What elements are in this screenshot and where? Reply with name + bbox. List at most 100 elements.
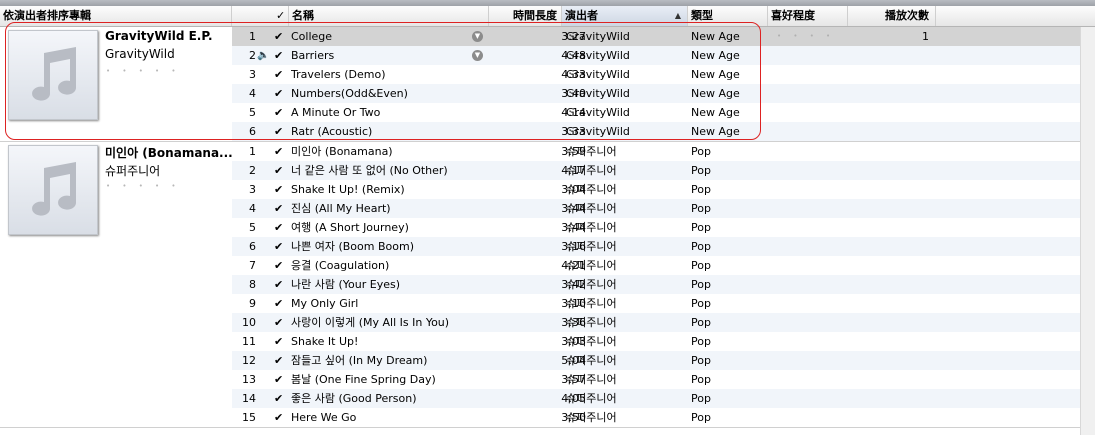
track-rating[interactable] bbox=[777, 218, 837, 237]
album-group: 미인아 (Bonamana... 슈퍼주니어 • • • • • bbox=[0, 142, 233, 427]
track-row[interactable]: 5 ✔ 여행 (A Short Journey) 3:44 슈퍼주니어 Pop bbox=[232, 218, 1080, 237]
track-row[interactable]: 1 ✔ 미인아 (Bonamana) 3:59 슈퍼주니어 Pop bbox=[232, 142, 1080, 161]
checkmark-icon[interactable]: ✔ bbox=[274, 161, 286, 180]
track-plays bbox=[849, 103, 929, 122]
track-rating[interactable] bbox=[777, 294, 837, 313]
checkmark-icon[interactable]: ✔ bbox=[274, 142, 286, 161]
track-row[interactable]: 14 ✔ 좋은 사람 (Good Person) 4:05 슈퍼주니어 Pop bbox=[232, 389, 1080, 408]
checkmark-icon[interactable]: ✔ bbox=[274, 408, 286, 427]
checkmark-icon[interactable]: ✔ bbox=[274, 180, 286, 199]
track-plays bbox=[849, 389, 929, 408]
checkmark-icon[interactable]: ✔ bbox=[274, 46, 286, 65]
checkmark-icon[interactable]: ✔ bbox=[274, 218, 286, 237]
track-row[interactable]: 12 ✔ 잠들고 싶어 (In My Dream) 5:04 슈퍼주니어 Pop bbox=[232, 351, 1080, 370]
checkmark-icon[interactable]: ✔ bbox=[274, 389, 286, 408]
track-artist: 슈퍼주니어 bbox=[566, 373, 617, 386]
track-plays bbox=[849, 199, 929, 218]
checkmark-icon[interactable]: ✔ bbox=[274, 27, 286, 46]
track-row[interactable]: 2 ✔ 너 같은 사람 또 없어 (No Other) 4:17 슈퍼주니어 Pop bbox=[232, 161, 1080, 180]
track-rating[interactable] bbox=[777, 199, 837, 218]
track-artist: GravityWild bbox=[566, 30, 630, 43]
track-row[interactable]: 13 ✔ 봄날 (One Fine Spring Day) 3:57 슈퍼주니어 Pop bbox=[232, 370, 1080, 389]
track-row[interactable]: 6 ✔ 나쁜 여자 (Boom Boom) 3:16 슈퍼주니어 Pop bbox=[232, 237, 1080, 256]
checkmark-icon[interactable]: ✔ bbox=[274, 370, 286, 389]
track-row[interactable]: 3 ✔ Shake It Up! (Remix) 3:04 슈퍼주니어 Pop bbox=[232, 180, 1080, 199]
track-artist: 슈퍼주니어 bbox=[566, 354, 617, 367]
vertical-scrollbar[interactable] bbox=[1080, 27, 1095, 435]
track-plays bbox=[849, 218, 929, 237]
track-rating[interactable] bbox=[777, 275, 837, 294]
track-rating[interactable] bbox=[777, 142, 837, 161]
checkmark-icon[interactable]: ✔ bbox=[274, 103, 286, 122]
track-genre: New Age bbox=[691, 30, 740, 43]
album-artwork[interactable] bbox=[8, 145, 98, 235]
track-genre: Pop bbox=[691, 164, 711, 177]
checkmark-icon[interactable]: ✔ bbox=[274, 84, 286, 103]
checkmark-icon[interactable]: ✔ bbox=[274, 313, 286, 332]
track-artist: 슈퍼주니어 bbox=[566, 316, 617, 329]
track-rating[interactable] bbox=[777, 332, 837, 351]
track-row[interactable]: 2 🔈 ✔ Barriers ▼ 4:48 GravityWild New Age bbox=[232, 46, 1080, 65]
track-rating[interactable] bbox=[777, 313, 837, 332]
col-header-time[interactable]: 時間長度 bbox=[489, 6, 562, 26]
checkmark-icon[interactable]: ✔ bbox=[274, 275, 286, 294]
col-header-artist[interactable]: 演出者 ▲ bbox=[562, 6, 688, 26]
album-rating[interactable]: • • • • • bbox=[106, 67, 181, 75]
track-rating[interactable] bbox=[777, 161, 837, 180]
track-number: 11 bbox=[242, 335, 256, 348]
speaker-icon: 🔈 bbox=[257, 50, 269, 61]
track-rating[interactable] bbox=[777, 46, 837, 65]
track-row[interactable]: 15 ✔ Here We Go 3:50 슈퍼주니어 Pop bbox=[232, 408, 1080, 427]
track-rating[interactable] bbox=[777, 237, 837, 256]
checkmark-icon[interactable]: ✔ bbox=[274, 199, 286, 218]
checkmark-icon[interactable]: ✔ bbox=[274, 237, 286, 256]
album-artwork[interactable] bbox=[8, 30, 98, 120]
track-row[interactable]: 3 ✔ Travelers (Demo) 4:33 GravityWild New Age bbox=[232, 65, 1080, 84]
checkmark-icon[interactable]: ✔ bbox=[274, 256, 286, 275]
checkmark-icon[interactable]: ✔ bbox=[274, 332, 286, 351]
checkmark-icon[interactable]: ✔ bbox=[274, 294, 286, 313]
col-header-genre[interactable]: 類型 bbox=[688, 6, 768, 26]
checkmark-icon[interactable]: ✔ bbox=[274, 65, 286, 84]
track-row[interactable]: 7 ✔ 응결 (Coagulation) 4:21 슈퍼주니어 Pop bbox=[232, 256, 1080, 275]
track-row[interactable]: 8 ✔ 나란 사람 (Your Eyes) 3:42 슈퍼주니어 Pop bbox=[232, 275, 1080, 294]
track-rating[interactable] bbox=[777, 65, 837, 84]
track-artist: GravityWild bbox=[566, 125, 630, 138]
album-title: GravityWild E.P. bbox=[105, 29, 213, 43]
track-row[interactable]: 1 ✔ College ▼ 3:27 GravityWild New Age • • • • … bbox=[232, 27, 1080, 46]
track-rating[interactable] bbox=[777, 256, 837, 275]
track-row[interactable]: 10 ✔ 사랑이 이렇게 (My All Is In You) 3:36 슈퍼주니어 Po… bbox=[232, 313, 1080, 332]
checkmark-icon[interactable]: ✔ bbox=[274, 351, 286, 370]
track-row[interactable]: 9 ✔ My Only Girl 3:10 슈퍼주니어 Pop bbox=[232, 294, 1080, 313]
track-rating[interactable] bbox=[777, 103, 837, 122]
col-header-rating[interactable]: 喜好程度 bbox=[768, 6, 848, 26]
track-plays bbox=[849, 237, 929, 256]
track-rating[interactable] bbox=[777, 122, 837, 141]
track-genre: Pop bbox=[691, 202, 711, 215]
track-rating[interactable]: • • • • • bbox=[777, 27, 837, 46]
checkmark-icon[interactable]: ✔ bbox=[274, 122, 286, 141]
track-row[interactable]: 6 ✔ Ratr (Acoustic) 3:33 GravityWild New Age bbox=[232, 122, 1080, 141]
track-artist: GravityWild bbox=[566, 87, 630, 100]
track-row[interactable]: 4 ✔ 진심 (All My Heart) 3:44 슈퍼주니어 Pop bbox=[232, 199, 1080, 218]
track-rating[interactable] bbox=[777, 180, 837, 199]
track-row[interactable]: 4 ✔ Numbers(Odd&Even) 3:40 GravityWild New Ag… bbox=[232, 84, 1080, 103]
track-number: 2 bbox=[249, 49, 256, 62]
track-number: 8 bbox=[249, 278, 256, 291]
track-rating[interactable] bbox=[777, 389, 837, 408]
col-header-album[interactable]: 依演出者排序專輯 bbox=[0, 6, 232, 26]
arrow-circle-icon[interactable]: ▼ bbox=[472, 31, 483, 42]
track-rating[interactable] bbox=[777, 84, 837, 103]
track-plays bbox=[849, 294, 929, 313]
col-header-plays[interactable]: 播放次數 bbox=[848, 6, 936, 26]
album-rating[interactable]: • • • • • bbox=[106, 182, 181, 190]
col-header-check[interactable]: ✓ bbox=[272, 6, 289, 26]
track-row[interactable]: 5 ✔ A Minute Or Two 4:14 GravityWild New Age bbox=[232, 103, 1080, 122]
arrow-circle-icon[interactable]: ▼ bbox=[472, 50, 483, 61]
col-header-name[interactable]: 名稱 bbox=[289, 6, 489, 26]
track-rating[interactable] bbox=[777, 408, 837, 427]
track-rating[interactable] bbox=[777, 351, 837, 370]
track-plays bbox=[849, 65, 929, 84]
track-rating[interactable] bbox=[777, 370, 837, 389]
track-row[interactable]: 11 ✔ Shake It Up! 3:03 슈퍼주니어 Pop bbox=[232, 332, 1080, 351]
